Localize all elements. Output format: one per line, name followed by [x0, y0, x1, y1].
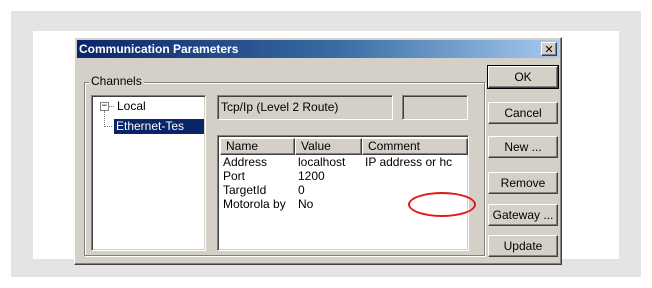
table-row[interactable]: Address localhost IP address or hc	[220, 155, 466, 169]
param-value[interactable]: 1200	[298, 169, 362, 183]
param-name: TargetId	[223, 183, 267, 197]
communication-parameters-dialog: Communication Parameters ✕ Channels − Lo…	[74, 37, 562, 265]
parameters-table-header: Name Value Comment	[220, 138, 468, 155]
parameters-table[interactable]: Name Value Comment Address localhost IP …	[217, 135, 469, 251]
column-header-name[interactable]: Name	[220, 138, 295, 155]
table-row[interactable]: TargetId 0	[220, 183, 466, 197]
tree-collapse-icon[interactable]: −	[100, 102, 109, 111]
cancel-button[interactable]: Cancel	[488, 102, 558, 124]
tree-connector	[104, 126, 112, 127]
param-value[interactable]: 0	[298, 183, 362, 197]
channels-tree[interactable]: − Local Ethernet-Tes	[91, 95, 206, 251]
dialog-title: Communication Parameters	[79, 42, 239, 56]
param-name: Motorola by	[223, 197, 286, 211]
ok-button[interactable]: OK	[487, 65, 559, 89]
table-row[interactable]: Port 1200	[220, 169, 466, 183]
column-header-comment[interactable]: Comment	[362, 138, 468, 155]
param-name: Address	[223, 155, 268, 169]
tree-connector	[104, 111, 105, 127]
new-button[interactable]: New ...	[488, 136, 558, 158]
table-row[interactable]: Motorola by No	[220, 197, 466, 211]
route-field: Tcp/Ip (Level 2 Route)	[217, 95, 393, 120]
channels-group-label: Channels	[89, 74, 144, 88]
remove-button[interactable]: Remove	[488, 172, 558, 194]
param-comment: IP address or hc	[365, 155, 453, 169]
param-value[interactable]: localhost	[298, 155, 362, 169]
route-extra-field	[402, 95, 468, 120]
parameters-table-body: Address localhost IP address or hc Port …	[220, 155, 466, 248]
update-button[interactable]: Update	[488, 235, 558, 257]
tree-item-ethernet-test[interactable]: Ethernet-Tes	[114, 119, 204, 134]
param-value[interactable]: No	[298, 197, 362, 211]
title-bar[interactable]: Communication Parameters ✕	[77, 40, 559, 58]
gateway-button[interactable]: Gateway ...	[488, 204, 558, 226]
param-name: Port	[223, 169, 246, 183]
tree-item-local[interactable]: Local	[117, 99, 146, 113]
close-icon[interactable]: ✕	[541, 42, 557, 56]
route-label: Tcp/Ip (Level 2 Route)	[221, 100, 339, 114]
tree-connector	[109, 106, 114, 107]
column-header-value[interactable]: Value	[295, 138, 362, 155]
